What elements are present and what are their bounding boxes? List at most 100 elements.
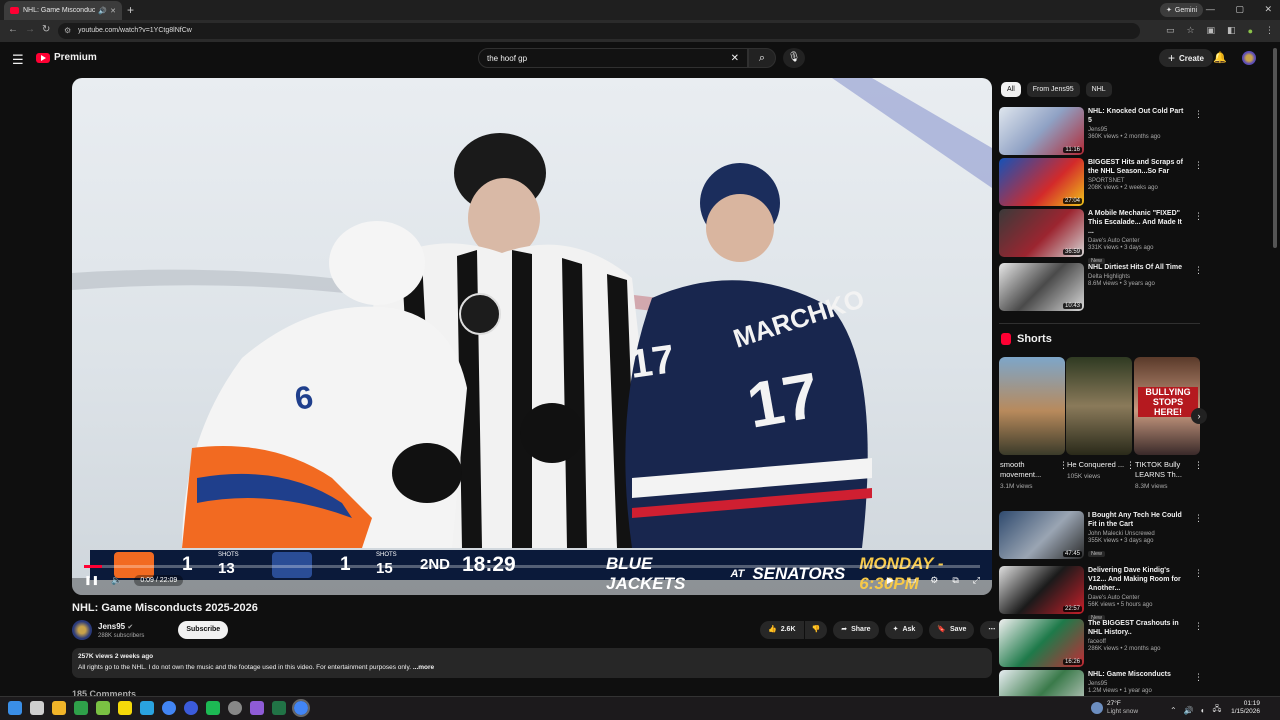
rec-item[interactable]: 10:43 NHL Dirtiest Hits Of All Time Delt… — [999, 263, 1203, 311]
excel-icon[interactable] — [272, 701, 286, 715]
chevron-up-icon[interactable]: ⌃ — [1170, 706, 1177, 715]
rec-thumbnail[interactable]: 11:16 — [999, 107, 1084, 155]
video-player[interactable]: 6 MARCHKO 17 17 1 SHOTS 13 1 SHOTS 15 2N… — [72, 78, 992, 595]
app-icon[interactable] — [96, 701, 110, 715]
more-vert-icon[interactable]: ⋮ — [1194, 109, 1203, 120]
pause-icon[interactable]: ❚❚ — [84, 575, 99, 586]
more-vert-icon[interactable]: ⋮ — [1194, 265, 1203, 276]
bookmark-star-icon[interactable]: ☆ — [1186, 25, 1194, 36]
autoplay-icon[interactable]: ▶ — [887, 575, 894, 586]
more-vert-icon[interactable]: ⋮ — [1194, 211, 1203, 222]
rec-item[interactable]: 36:59 A Mobile Mechanic "FIXED" This Esc… — [999, 209, 1203, 264]
rec-channel[interactable]: Dave's Auto Center — [1088, 238, 1188, 244]
speaker-icon[interactable]: 🔊 — [98, 7, 107, 15]
browser-tab[interactable]: NHL: Game Misconducts 2025-2026 🔊 ✕ — [4, 1, 122, 20]
task-view-icon[interactable] — [30, 701, 44, 715]
new-tab-button[interactable]: + — [127, 3, 134, 17]
miniplayer-icon[interactable]: ⧉ — [952, 575, 958, 586]
captions-icon[interactable]: ▭ — [908, 575, 917, 586]
maximize-icon[interactable]: ▢ — [1235, 4, 1244, 14]
dislike-button[interactable]: 👎 — [804, 621, 828, 639]
address-bar[interactable]: ⚙ youtube.com/watch?v=1YCtg8lNfCw — [58, 23, 1140, 39]
search-button[interactable]: ⌕ — [748, 48, 776, 68]
rec-channel[interactable]: Delta Highlights — [1088, 274, 1188, 280]
rec-channel[interactable]: Jens95 — [1088, 681, 1188, 687]
shorts-next-icon[interactable]: › — [1191, 408, 1207, 424]
rec-thumbnail[interactable] — [999, 670, 1084, 696]
more-vert-icon[interactable]: ⋮ — [1194, 513, 1203, 524]
weather-widget[interactable]: 27°F Light snow — [1091, 700, 1138, 716]
channel-avatar[interactable] — [72, 620, 92, 640]
rec-title[interactable]: I Bought Any Tech He Could Fit in the Ca… — [1088, 511, 1188, 529]
more-vert-icon[interactable]: ⋮ — [1126, 460, 1135, 471]
short-title[interactable]: He Conquered ... — [1067, 460, 1129, 470]
rec-item[interactable]: 11:16 NHL: Knocked Out Cold Part 5 Jens9… — [999, 107, 1203, 155]
rec-title[interactable]: NHL: Game Misconducts — [1088, 670, 1188, 679]
rec-thumbnail[interactable]: 10:43 — [999, 263, 1084, 311]
chip-all[interactable]: All — [1001, 82, 1021, 97]
rec-channel[interactable]: faceoff — [1088, 639, 1188, 645]
rec-thumbnail[interactable]: 36:59 — [999, 209, 1084, 257]
description-box[interactable]: 257K views 2 weeks ago All rights go to … — [72, 648, 992, 678]
rec-thumbnail[interactable]: 22:57 — [999, 566, 1084, 614]
more-vert-icon[interactable]: ⋮ — [1194, 672, 1203, 683]
like-button[interactable]: 👍 2.6K — [760, 621, 804, 639]
more-link[interactable]: ...more — [413, 664, 434, 671]
hamburger-menu-icon[interactable]: ☰ — [12, 52, 24, 68]
rec-title[interactable]: NHL Dirtiest Hits Of All Time — [1088, 263, 1188, 272]
short-title[interactable]: smooth movement... — [1000, 460, 1062, 480]
ask-button[interactable]: ✦ Ask — [884, 621, 924, 639]
menu-dots-icon[interactable]: ⋮ — [1265, 25, 1274, 36]
account-avatar[interactable] — [1242, 51, 1256, 65]
progress-bar[interactable] — [84, 565, 980, 568]
chrome-icon[interactable] — [162, 701, 176, 715]
close-tab-icon[interactable]: ✕ — [110, 7, 116, 15]
rec-item[interactable]: NHL: Game Misconducts Jens95 1.2M views … — [999, 670, 1203, 696]
more-vert-icon[interactable]: ⋮ — [1194, 160, 1203, 171]
subscribe-button[interactable]: Subscribe — [178, 621, 229, 639]
app-icon[interactable] — [118, 701, 132, 715]
more-vert-icon[interactable]: ⋮ — [1194, 460, 1203, 471]
chip-from-jens95[interactable]: From Jens95 — [1026, 82, 1080, 97]
fullscreen-icon[interactable]: ⤢ — [973, 575, 980, 586]
rec-thumbnail[interactable]: 27:04 — [999, 158, 1084, 206]
close-window-icon[interactable]: ✕ — [1264, 4, 1272, 14]
app-tray-icon[interactable]: ◐ — [1201, 706, 1206, 715]
reload-icon[interactable]: ↻ — [42, 24, 50, 35]
rec-channel[interactable]: John Malecki Unscrewed — [1088, 531, 1188, 537]
rec-title[interactable]: The BIGGEST Crashouts in NHL History.. — [1088, 619, 1188, 637]
search-input[interactable]: the hoof gp ✕ — [478, 48, 748, 68]
rec-title[interactable]: Delivering Dave Kindig's V12... And Maki… — [1088, 566, 1188, 593]
short-thumbnail[interactable]: BULLYING STOPS HERE! — [1134, 357, 1200, 455]
sidepanel-icon[interactable]: ◧ — [1227, 25, 1236, 36]
rec-title[interactable]: BIGGEST Hits and Scraps of the NHL Seaso… — [1088, 158, 1188, 176]
create-button[interactable]: + Create — [1159, 49, 1213, 67]
file-explorer-icon[interactable] — [52, 701, 66, 715]
profile-icon[interactable]: ● — [1248, 26, 1253, 36]
xbox-icon[interactable] — [74, 701, 88, 715]
rec-channel[interactable]: SPORTSNET — [1088, 178, 1188, 184]
chip-nhl[interactable]: NHL — [1085, 82, 1112, 97]
more-vert-icon[interactable]: ⋮ — [1194, 621, 1203, 632]
extensions-icon[interactable]: ▣ — [1207, 25, 1216, 36]
short-thumbnail[interactable] — [999, 357, 1065, 455]
short-title[interactable]: TIKTOK Bully LEARNS Th... — [1135, 460, 1197, 480]
short-thumbnail[interactable] — [1066, 357, 1132, 455]
clock[interactable]: 01:19 1/15/2026 — [1228, 700, 1260, 716]
app-icon[interactable] — [206, 701, 220, 715]
youtube-logo[interactable]: Premium — [36, 52, 97, 63]
rec-title[interactable]: NHL: Knocked Out Cold Part 5 — [1088, 107, 1188, 125]
speaker-icon[interactable]: 🔊 — [1184, 706, 1194, 715]
rec-channel[interactable]: Jens95 — [1088, 127, 1188, 133]
clear-search-icon[interactable]: ✕ — [731, 53, 739, 64]
start-windows-icon[interactable] — [8, 701, 22, 715]
more-vert-icon[interactable]: ⋮ — [1194, 568, 1203, 579]
voice-search-button[interactable]: 🎙 — [783, 48, 805, 68]
channel-name[interactable]: Jens95 ✔ — [98, 622, 144, 631]
app-icon[interactable] — [140, 701, 154, 715]
app-icon[interactable] — [250, 701, 264, 715]
app-icon[interactable] — [228, 701, 242, 715]
share-button[interactable]: ➦ Share — [833, 621, 879, 639]
rec-item[interactable]: 27:04 BIGGEST Hits and Scraps of the NHL… — [999, 158, 1203, 206]
network-icon[interactable]: 🖧 — [1213, 703, 1222, 717]
